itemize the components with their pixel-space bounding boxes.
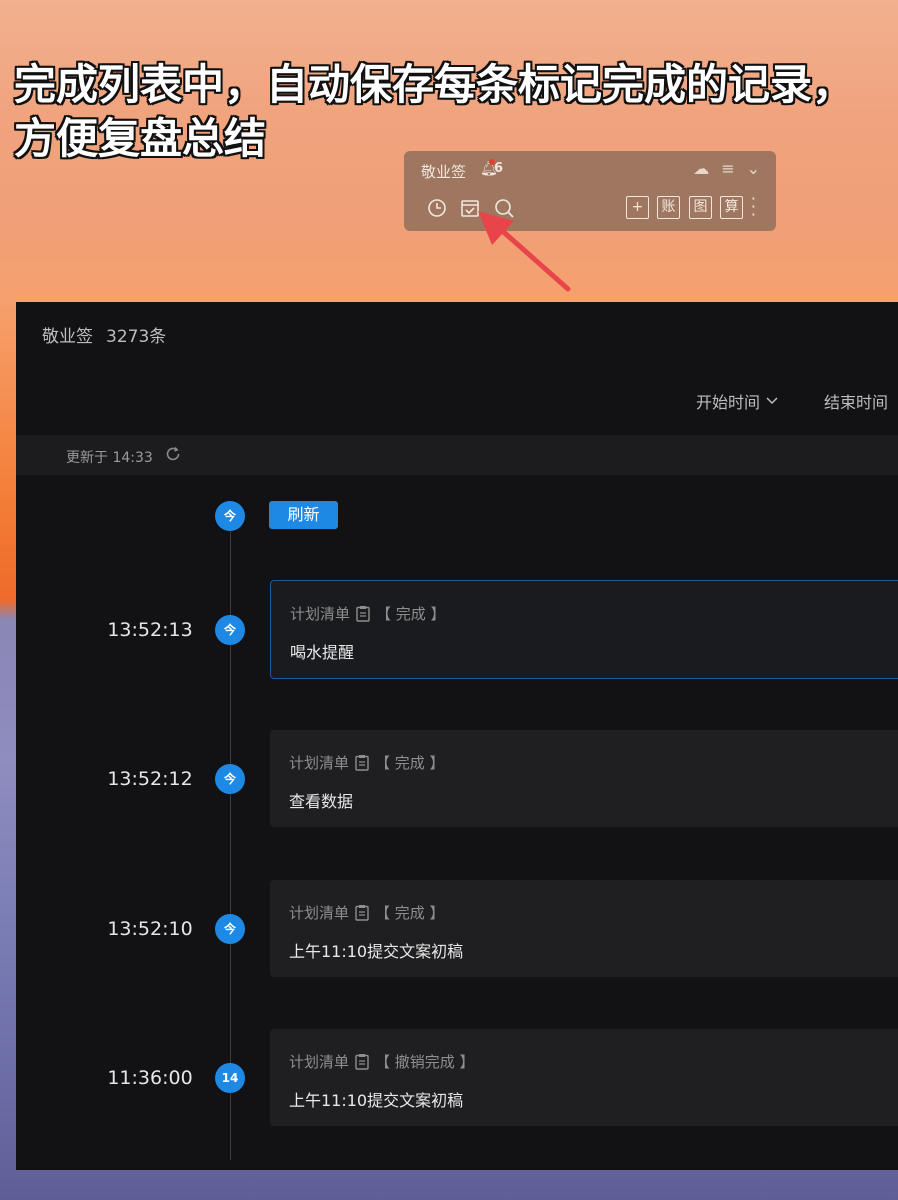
record-card[interactable]: 计划清单 【 完成 】 上午11:10提交文案初稿 bbox=[270, 880, 898, 977]
start-time-filter[interactable]: 开始时间 bbox=[696, 389, 778, 413]
record-header: 计划清单 【 完成 】 bbox=[290, 603, 446, 624]
end-time-filter[interactable]: 结束时间 bbox=[824, 389, 888, 413]
record-count: 3273条 bbox=[106, 327, 167, 347]
add-button[interactable]: + bbox=[626, 196, 649, 219]
pointer-arrow-icon bbox=[478, 211, 571, 292]
record-status: 【 完成 】 bbox=[375, 904, 445, 922]
record-content: 上午11:10提交文案初稿 bbox=[289, 942, 464, 961]
window-title: 敬业签 bbox=[42, 327, 93, 347]
widget-window-controls: ☁ ≡ ⌄ bbox=[693, 159, 760, 178]
record-time: 13:52:12 bbox=[107, 768, 193, 790]
record-header: 计划清单 【 撤销完成 】 bbox=[289, 1051, 475, 1072]
record-status: 【 完成 】 bbox=[375, 754, 445, 772]
timeline-node: 今 bbox=[215, 914, 245, 944]
calculator-button[interactable]: 算 bbox=[720, 196, 743, 219]
clipboard-icon bbox=[355, 755, 369, 771]
clock-icon[interactable] bbox=[426, 197, 448, 219]
list-name: 计划清单 bbox=[290, 605, 351, 623]
caption: 完成列表中，自动保存每条标记完成的记录， 方便复盘总结 bbox=[14, 58, 894, 166]
chart-button[interactable]: 图 bbox=[689, 196, 712, 219]
menu-icon[interactable]: ≡ bbox=[721, 159, 734, 178]
cloud-icon[interactable]: ☁ bbox=[693, 159, 709, 178]
caption-line-1: 完成列表中，自动保存每条标记完成的记录， bbox=[14, 60, 855, 109]
timeline-node: 14 bbox=[215, 1063, 245, 1093]
mini-widget: 敬业签 🔔︎ 6 ☁ ≡ ⌄ + 账 图 算 · · · bbox=[404, 151, 776, 231]
list-name: 计划清单 bbox=[289, 754, 350, 772]
refresh-icon[interactable] bbox=[164, 445, 182, 463]
record-time: 13:52:13 bbox=[107, 619, 193, 641]
end-time-label: 结束时间 bbox=[824, 393, 889, 412]
record-card[interactable]: 计划清单 【 完成 】 查看数据 bbox=[270, 730, 898, 827]
chevron-down-icon[interactable]: ⌄ bbox=[747, 159, 760, 178]
clipboard-icon bbox=[355, 905, 369, 921]
timeline-node: 今 bbox=[215, 764, 245, 794]
timeline-node: 今 bbox=[215, 615, 245, 645]
start-time-label: 开始时间 bbox=[696, 393, 761, 412]
list-name: 计划清单 bbox=[289, 1053, 350, 1071]
record-content: 上午11:10提交文案初稿 bbox=[289, 1091, 464, 1110]
ledger-button[interactable]: 账 bbox=[657, 196, 680, 219]
record-card[interactable]: 计划清单 【 撤销完成 】 上午11:10提交文案初稿 bbox=[270, 1029, 898, 1126]
main-window: 敬业签 3273条 开始时间 结束时间 更新于 14:33 今 刷新 13:52… bbox=[16, 302, 898, 1170]
record-time: 13:52:10 bbox=[107, 918, 193, 940]
more-icon[interactable]: · · · bbox=[751, 191, 756, 223]
record-header: 计划清单 【 完成 】 bbox=[289, 752, 445, 773]
refresh-button[interactable]: 刷新 bbox=[269, 501, 338, 529]
clipboard-icon bbox=[355, 1054, 369, 1070]
update-status-bar: 更新于 14:33 bbox=[16, 435, 898, 475]
record-time: 11:36:00 bbox=[107, 1067, 193, 1089]
widget-title: 敬业签 bbox=[421, 163, 467, 181]
today-node: 今 bbox=[215, 501, 245, 531]
record-header: 计划清单 【 完成 】 bbox=[289, 902, 445, 923]
record-card[interactable]: 计划清单 【 完成 】 喝水提醒 bbox=[270, 580, 898, 679]
record-content: 查看数据 bbox=[289, 792, 354, 811]
record-status: 【 完成 】 bbox=[376, 605, 446, 623]
record-status: 【 撤销完成 】 bbox=[375, 1053, 475, 1071]
clipboard-icon bbox=[356, 606, 370, 622]
reminder-count: 6 bbox=[494, 161, 504, 176]
updated-time: 更新于 14:33 bbox=[66, 450, 153, 466]
chevron-down-icon bbox=[766, 397, 778, 405]
list-name: 计划清单 bbox=[289, 904, 350, 922]
record-content: 喝水提醒 bbox=[290, 643, 355, 662]
